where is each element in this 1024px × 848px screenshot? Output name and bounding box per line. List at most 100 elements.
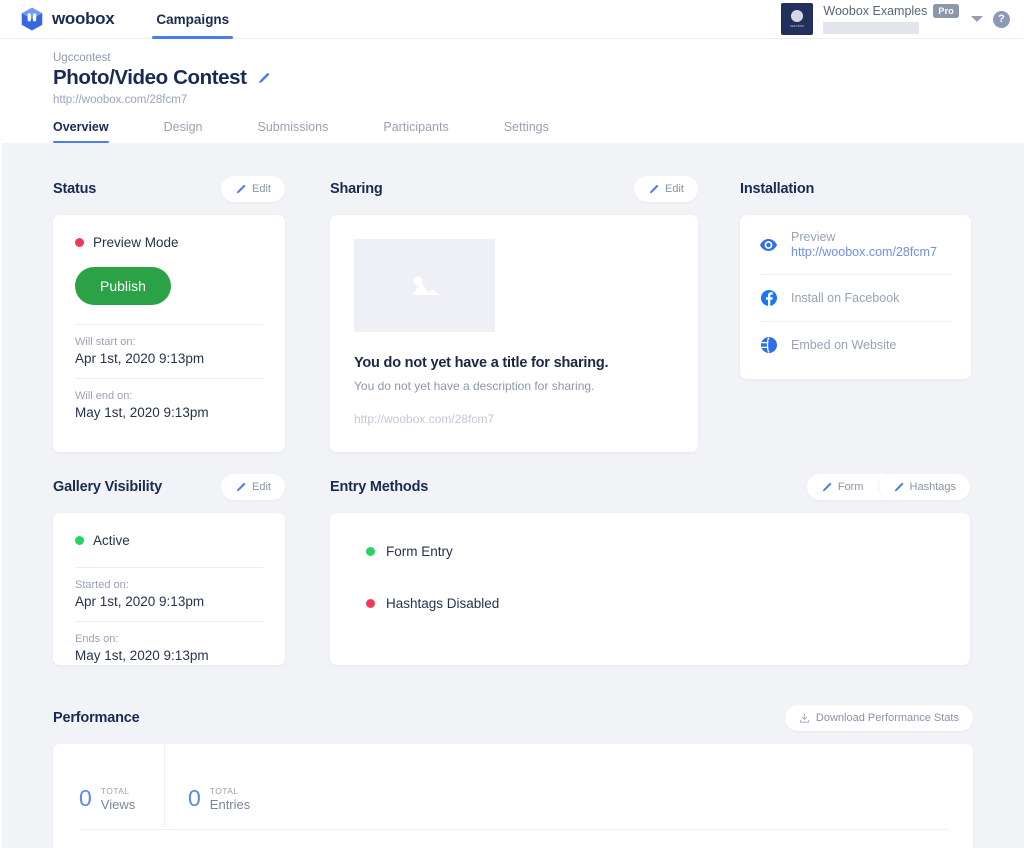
pencil-icon (893, 482, 904, 493)
stat-caption-bottom: Views (101, 797, 135, 812)
tab-design[interactable]: Design (164, 120, 203, 143)
divider (79, 829, 947, 830)
entry-method-label: Form Entry (386, 544, 453, 559)
status-edit-button[interactable]: Edit (221, 176, 285, 202)
stat-caption-top: TOTAL (101, 786, 135, 796)
gallery-start-block: Started on: Apr 1st, 2020 9:13pm (53, 568, 285, 609)
nav-item-label: Campaigns (156, 12, 229, 27)
stat-total-entries: 0 TOTAL Entries (164, 744, 275, 827)
help-glyph: ? (998, 13, 1005, 25)
tab-submissions[interactable]: Submissions (258, 120, 329, 143)
edit-label: Edit (252, 183, 271, 195)
account-name-block[interactable]: Woobox Examples Pro (823, 4, 959, 34)
ends-value: May 1st, 2020 9:13pm (75, 648, 263, 663)
start-label: Will start on: (75, 336, 263, 348)
tab-label: Overview (53, 120, 109, 134)
status-card: Preview Mode Publish Will start on: Apr … (53, 215, 285, 452)
entry-hashtags-dot-icon (366, 599, 375, 608)
chevron-down-icon[interactable] (971, 16, 983, 22)
entry-methods-section-title: Entry Methods (330, 479, 428, 495)
woobox-hex-logo-icon (21, 7, 43, 31)
globe-icon (760, 337, 777, 353)
entry-methods-buttons: Form Hashtags (807, 474, 970, 500)
sharing-card: You do not yet have a title for sharing.… (330, 215, 698, 452)
stat-value: 0 (188, 787, 201, 810)
installation-section: Installation Preview h (740, 176, 971, 452)
sharing-edit-button[interactable]: Edit (634, 176, 698, 202)
sharing-image-placeholder (354, 239, 495, 332)
entry-method-label: Hashtags Disabled (386, 596, 499, 611)
entry-hashtags-label: Hashtags (910, 481, 956, 493)
publish-button[interactable]: Publish (75, 267, 171, 305)
status-dot-icon (75, 238, 84, 247)
install-row-facebook[interactable]: Install on Facebook (760, 274, 951, 321)
account-avatar[interactable]: woobox (781, 3, 813, 35)
start-value: Apr 1st, 2020 9:13pm (75, 351, 263, 366)
performance-stats-row: 0 TOTAL Views 0 TOTAL Entries (53, 744, 973, 827)
install-row-embed[interactable]: Embed on Website (760, 321, 951, 368)
nav-item-campaigns[interactable]: Campaigns (152, 0, 233, 39)
pencil-icon (235, 482, 246, 493)
pencil-icon (821, 482, 832, 493)
gallery-edit-button[interactable]: Edit (221, 474, 285, 500)
status-end-block: Will end on: May 1st, 2020 9:13pm (53, 379, 285, 420)
image-placeholder-icon (405, 270, 445, 302)
brand-logo[interactable]: woobox (21, 7, 114, 31)
status-start-block: Will start on: Apr 1st, 2020 9:13pm (53, 325, 285, 366)
tab-overview[interactable]: Overview (53, 120, 109, 143)
entry-form-button[interactable]: Form (807, 474, 878, 500)
end-label: Will end on: (75, 390, 263, 402)
end-value: May 1st, 2020 9:13pm (75, 405, 263, 420)
started-label: Started on: (75, 579, 263, 591)
entry-method-row-hashtags: Hashtags Disabled (366, 596, 970, 611)
status-state-label: Preview Mode (93, 235, 179, 250)
top-navigation-bar: woobox Campaigns woobox Woobox Examples … (0, 0, 1024, 39)
tab-participants[interactable]: Participants (383, 120, 448, 143)
status-section: Status Edit Preview Mode (53, 176, 285, 452)
stat-caption-bottom: Entries (210, 797, 250, 812)
avatar-mark-icon (791, 10, 803, 22)
account-area: woobox Woobox Examples Pro ? (781, 3, 1010, 35)
overview-row-one: Status Edit Preview Mode (53, 176, 973, 452)
status-state-row: Preview Mode (53, 235, 285, 250)
app-root: woobox Campaigns woobox Woobox Examples … (0, 0, 1024, 848)
started-value: Apr 1st, 2020 9:13pm (75, 594, 263, 609)
gallery-visibility-card: Active Started on: Apr 1st, 2020 9:13pm … (53, 513, 285, 665)
install-row-preview[interactable]: Preview http://woobox.com/28fcm7 (760, 215, 951, 274)
installation-card: Preview http://woobox.com/28fcm7 (740, 215, 971, 379)
pencil-icon (648, 184, 659, 195)
ends-label: Ends on: (75, 633, 263, 645)
tab-label: Participants (383, 120, 448, 134)
installation-section-title: Installation (740, 181, 814, 197)
gallery-visibility-section: Gallery Visibility Edit Active (53, 474, 285, 665)
avatar-wordmark: woobox (790, 24, 804, 28)
performance-card: 0 TOTAL Views 0 TOTAL Entries (53, 744, 973, 848)
status-section-title: Status (53, 181, 96, 197)
gallery-status-dot-icon (75, 536, 84, 545)
entry-hashtags-button[interactable]: Hashtags (878, 474, 970, 500)
help-question-icon[interactable]: ? (993, 11, 1010, 28)
sharing-title-text: You do not yet have a title for sharing. (354, 355, 674, 371)
page-title: Photo/Video Contest (53, 66, 247, 90)
gallery-end-block: Ends on: May 1st, 2020 9:13pm (53, 622, 285, 663)
entry-methods-card: Form Entry Hashtags Disabled (330, 513, 970, 665)
campaign-tabs: Overview Design Submissions Participants… (53, 120, 1024, 143)
gallery-state-label: Active (93, 533, 130, 548)
facebook-icon (760, 290, 777, 306)
tab-settings[interactable]: Settings (504, 120, 549, 143)
redacted-account-detail (823, 22, 919, 34)
sharing-section: Sharing Edit (330, 176, 698, 452)
download-performance-stats-button[interactable]: Download Performance Stats (785, 705, 973, 731)
campaign-url[interactable]: http://woobox.com/28fcm7 (53, 94, 1024, 106)
account-name: Woobox Examples (823, 4, 927, 18)
install-row-label: Preview (791, 230, 937, 244)
stat-total-views: 0 TOTAL Views (53, 744, 164, 827)
install-row-url: http://woobox.com/28fcm7 (791, 245, 937, 259)
sharing-section-title: Sharing (330, 181, 383, 197)
edit-title-pencil-icon[interactable] (257, 72, 270, 85)
sharing-description-text: You do not yet have a description for sh… (354, 379, 674, 393)
gallery-state-row: Active (53, 533, 285, 548)
stat-caption-top: TOTAL (210, 786, 250, 796)
sharing-url-text: http://woobox.com/28fcm7 (354, 412, 674, 426)
campaign-kicker: Ugccontest (53, 52, 1024, 64)
